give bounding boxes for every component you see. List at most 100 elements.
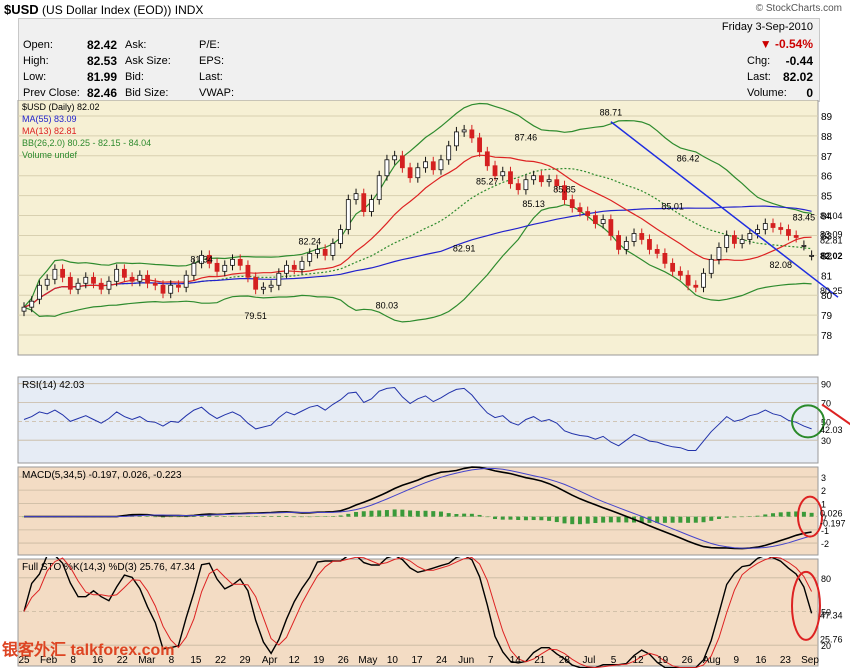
macd-histogram-bar	[500, 516, 505, 520]
candle-body	[739, 239, 745, 244]
x-axis-label: 14	[510, 655, 522, 666]
candle-body	[338, 229, 343, 244]
x-axis-label: 26	[338, 655, 350, 666]
macd-histogram-bar	[153, 516, 158, 518]
macd-histogram-bar	[176, 516, 181, 518]
candle-body	[322, 249, 328, 256]
x-axis-label: 23	[780, 655, 792, 666]
macd-histogram-bar	[493, 516, 498, 520]
candle-body	[546, 179, 552, 183]
symbol: $USD	[4, 2, 39, 17]
x-axis-label: 24	[436, 655, 448, 666]
macd-histogram-bar	[299, 516, 304, 518]
candle-body	[477, 137, 482, 153]
macd-histogram-bar	[307, 516, 312, 518]
candle-body	[353, 193, 359, 201]
x-axis-label: 12	[633, 655, 645, 666]
x-axis-label: Apr	[262, 655, 278, 666]
candle-body	[369, 199, 374, 212]
candle-body	[677, 270, 683, 276]
price-last-tag: 80.25	[820, 286, 843, 296]
candle-body	[183, 274, 189, 288]
candle-body	[446, 145, 452, 161]
macd-histogram-bar	[415, 510, 420, 517]
candle-body	[430, 161, 436, 171]
rsi-tick-label: 90	[821, 380, 831, 390]
watermark: 银客外汇 talkforex.com	[2, 642, 175, 659]
macd-histogram-bar	[431, 511, 436, 517]
chart-title: $USD (US Dollar Index (EOD)) INDX	[4, 2, 203, 17]
candle-body	[762, 223, 768, 230]
x-axis-label: 10	[387, 655, 399, 666]
candle-body	[376, 175, 382, 201]
candle-body	[52, 268, 58, 280]
macd-histogram-bar	[686, 516, 691, 523]
price-last-tag: 84.04	[820, 211, 843, 221]
price-chart[interactable]: 78798081828384858687888981.3479.5182.248…	[0, 100, 850, 375]
price-annotation: 85.13	[522, 199, 545, 209]
price-tick-label: 81	[821, 271, 833, 282]
price-annotation: 82.08	[769, 260, 792, 270]
price-annotation: 85.85	[553, 185, 576, 195]
chg-value: -0.44	[785, 54, 813, 68]
x-axis-label: 17	[411, 655, 423, 666]
x-axis-label: 7	[488, 655, 494, 666]
macd-histogram-bar	[716, 516, 721, 519]
bid-size-label: Bid Size:	[125, 87, 169, 99]
macd-last-tag: 0.026	[820, 509, 843, 519]
macd-histogram-bar	[724, 516, 729, 518]
candle-body	[230, 258, 235, 266]
candle-body	[515, 183, 521, 191]
price-tick-label: 79	[821, 311, 833, 322]
chart-header: $USD (US Dollar Index (EOD)) INDX © Stoc…	[0, 0, 850, 18]
candle-body	[600, 219, 606, 224]
candle-body	[423, 161, 428, 169]
price-tick-label: 78	[821, 331, 833, 342]
candle-body	[732, 235, 737, 244]
macd-histogram-bar	[168, 516, 173, 518]
price-annotation: 86.42	[677, 153, 700, 163]
candle-body	[129, 276, 135, 282]
rsi-chart[interactable]: 30507090RSI(14) 42.0342.03	[0, 375, 850, 465]
macd-histogram-bar	[740, 516, 745, 518]
macd-histogram-bar	[485, 516, 490, 518]
x-axis-label: 12	[289, 655, 301, 666]
macd-chart[interactable]: -2-10123MACD(5,34,5) -0.197, 0.026, -0.2…	[0, 465, 850, 557]
price-tick-label: 89	[821, 112, 833, 123]
macd-histogram-bar	[269, 516, 274, 517]
brand-logo[interactable]: © StockCharts.com	[756, 3, 842, 14]
sto-last-tag: 47.34	[820, 610, 843, 620]
macd-histogram-bar	[616, 516, 621, 523]
macd-histogram-bar	[701, 516, 706, 523]
candle-body	[616, 235, 621, 250]
macd-histogram-bar	[338, 515, 343, 517]
candle-body	[21, 306, 27, 312]
price-annotation: 82.24	[298, 237, 321, 247]
price-last-tag: 82.02	[820, 251, 843, 261]
candle-body	[693, 284, 699, 288]
macd-histogram-bar	[531, 516, 536, 521]
candle-body	[809, 254, 815, 257]
x-axis-label: Jul	[583, 655, 596, 666]
vwap-label: VWAP:	[199, 87, 235, 99]
macd-histogram-bar	[323, 516, 328, 517]
candle-body	[454, 131, 459, 147]
candle-body	[801, 245, 807, 247]
macd-histogram-bar	[191, 516, 196, 517]
candle-body	[91, 276, 96, 284]
candle-body	[523, 179, 529, 191]
rsi-plot-area	[17, 376, 819, 464]
rsi-legend: RSI(14) 42.03	[22, 380, 85, 391]
price-tick-label: 86	[821, 172, 833, 183]
price-annotation: 88.71	[600, 108, 623, 118]
quote-date: Friday 3-Sep-2010	[721, 21, 813, 33]
candle-body	[593, 215, 598, 224]
x-axis-label: 9	[734, 655, 740, 666]
macd-histogram-bar	[354, 511, 359, 517]
candle-body	[469, 129, 475, 139]
candle-body	[245, 264, 251, 278]
macd-histogram-bar	[369, 510, 374, 517]
macd-histogram-bar	[554, 516, 559, 523]
candle-body	[291, 264, 297, 270]
macd-histogram-bar	[771, 513, 776, 517]
